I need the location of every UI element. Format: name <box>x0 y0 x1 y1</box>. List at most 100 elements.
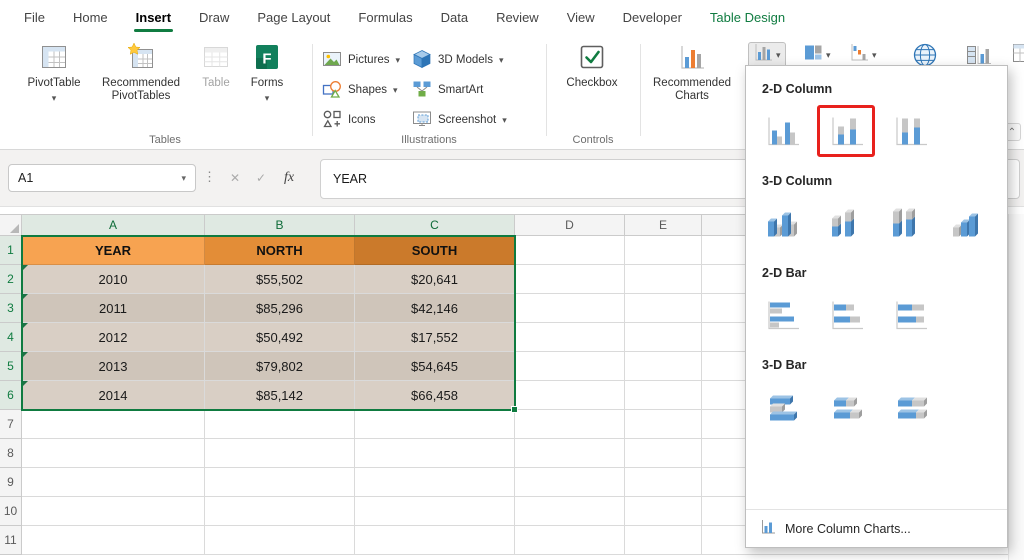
ribbon-button-checkbox[interactable]: Checkbox <box>554 40 630 90</box>
cell-A4[interactable]: 2012 <box>22 323 205 352</box>
cell-A11[interactable] <box>22 526 205 555</box>
chart-type-stacked-bar[interactable] <box>818 290 874 340</box>
chart-type-3d-100-stacked-bar[interactable] <box>882 382 938 432</box>
cell-A3[interactable]: 2011 <box>22 294 205 323</box>
cell-C2[interactable]: $20,641 <box>355 265 515 294</box>
cell-C6[interactable]: $66,458 <box>355 381 515 410</box>
tab-formulas[interactable]: Formulas <box>344 0 426 34</box>
cell-D6[interactable] <box>515 381 625 410</box>
row-header-1[interactable]: 1 <box>0 236 22 265</box>
ribbon-button-clipped-button[interactable] <box>1012 42 1024 69</box>
chart-type-3d-clustered-bar[interactable] <box>754 382 810 432</box>
insert-function-icon[interactable]: fx <box>278 166 300 190</box>
chart-type-clustered-bar[interactable] <box>754 290 810 340</box>
row-header-3[interactable]: 3 <box>0 294 22 323</box>
row-header-10[interactable]: 10 <box>0 497 22 526</box>
cell-E10[interactable] <box>625 497 702 526</box>
vertical-scrollbar[interactable] <box>1008 214 1024 560</box>
chart-type-100-stacked-column[interactable] <box>882 106 938 156</box>
cell-A10[interactable] <box>22 497 205 526</box>
row-header-2[interactable]: 2 <box>0 265 22 294</box>
enter-icon[interactable]: ✓ <box>250 166 272 190</box>
chart-type-3d-column[interactable] <box>938 198 991 248</box>
cell-E3[interactable] <box>625 294 702 323</box>
chart-type-clustered-column[interactable] <box>754 106 810 156</box>
cell-D8[interactable] <box>515 439 625 468</box>
cell-B1[interactable]: NORTH <box>205 236 355 265</box>
tab-page-layout[interactable]: Page Layout <box>243 0 344 34</box>
column-header-D[interactable]: D <box>515 215 625 236</box>
cell-A7[interactable] <box>22 410 205 439</box>
cell-D7[interactable] <box>515 410 625 439</box>
cell-C3[interactable]: $42,146 <box>355 294 515 323</box>
tab-insert[interactable]: Insert <box>122 0 185 34</box>
cell-C7[interactable] <box>355 410 515 439</box>
cell-C11[interactable] <box>355 526 515 555</box>
column-header-E[interactable]: E <box>625 215 702 236</box>
tab-home[interactable]: Home <box>59 0 122 34</box>
chart-type-3d-clustered-column[interactable] <box>754 198 807 248</box>
cell-A5[interactable]: 2013 <box>22 352 205 381</box>
tab-data[interactable]: Data <box>427 0 482 34</box>
cell-B8[interactable] <box>205 439 355 468</box>
chart-type-3d-100-stacked-column[interactable] <box>877 198 930 248</box>
tab-view[interactable]: View <box>553 0 609 34</box>
chart-type-stacked-column[interactable] <box>818 106 874 156</box>
row-header-7[interactable]: 7 <box>0 410 22 439</box>
ribbon-button-pivottable[interactable]: PivotTable▾ <box>18 40 90 105</box>
menu-item-more-column-charts[interactable]: More Column Charts... <box>746 509 1007 547</box>
cell-D2[interactable] <box>515 265 625 294</box>
ribbon-button-shapes[interactable]: Shapes▾ <box>322 78 398 102</box>
ribbon-button-smartart[interactable]: SmartArt <box>412 78 483 102</box>
ribbon-button-recommended-charts[interactable]: RecommendedCharts <box>646 40 738 103</box>
row-header-8[interactable]: 8 <box>0 439 22 468</box>
cell-E1[interactable] <box>625 236 702 265</box>
cell-B10[interactable] <box>205 497 355 526</box>
cell-A6[interactable]: 2014 <box>22 381 205 410</box>
cancel-icon[interactable]: ✕ <box>224 166 246 190</box>
tab-table-design[interactable]: Table Design <box>696 0 799 34</box>
cell-D4[interactable] <box>515 323 625 352</box>
ribbon-button-icons[interactable]: Icons <box>322 108 376 132</box>
formula-bar-splitter[interactable]: ⋮ <box>203 169 216 185</box>
row-header-6[interactable]: 6 <box>0 381 22 410</box>
cell-D9[interactable] <box>515 468 625 497</box>
cell-E2[interactable] <box>625 265 702 294</box>
cell-A8[interactable] <box>22 439 205 468</box>
row-header-11[interactable]: 11 <box>0 526 22 555</box>
row-header-9[interactable]: 9 <box>0 468 22 497</box>
cell-C10[interactable] <box>355 497 515 526</box>
tab-file[interactable]: File <box>10 0 59 34</box>
cell-C1[interactable]: SOUTH <box>355 236 515 265</box>
cell-C4[interactable]: $17,552 <box>355 323 515 352</box>
chart-type-3d-stacked-column[interactable] <box>815 198 868 248</box>
cell-B7[interactable] <box>205 410 355 439</box>
row-header-4[interactable]: 4 <box>0 323 22 352</box>
cell-D1[interactable] <box>515 236 625 265</box>
tab-review[interactable]: Review <box>482 0 553 34</box>
row-header-5[interactable]: 5 <box>0 352 22 381</box>
ribbon-button-recommended-pivottables[interactable]: RecommendedPivotTables <box>94 40 188 103</box>
tab-developer[interactable]: Developer <box>609 0 696 34</box>
cell-E5[interactable] <box>625 352 702 381</box>
cell-C5[interactable]: $54,645 <box>355 352 515 381</box>
cell-B6[interactable]: $85,142 <box>205 381 355 410</box>
cell-D11[interactable] <box>515 526 625 555</box>
cell-B9[interactable] <box>205 468 355 497</box>
cell-E7[interactable] <box>625 410 702 439</box>
cell-A1[interactable]: YEAR <box>22 236 205 265</box>
ribbon-button-forms[interactable]: FForms▾ <box>242 40 292 105</box>
cell-B11[interactable] <box>205 526 355 555</box>
cell-B4[interactable]: $50,492 <box>205 323 355 352</box>
cell-E11[interactable] <box>625 526 702 555</box>
cell-E8[interactable] <box>625 439 702 468</box>
cell-B3[interactable]: $85,296 <box>205 294 355 323</box>
column-header-C[interactable]: C <box>355 215 515 236</box>
cell-C8[interactable] <box>355 439 515 468</box>
cell-B5[interactable]: $79,802 <box>205 352 355 381</box>
cell-A9[interactable] <box>22 468 205 497</box>
cell-B2[interactable]: $55,502 <box>205 265 355 294</box>
ribbon-button-pictures[interactable]: Pictures▾ <box>322 48 400 72</box>
name-box[interactable]: A1 ▾ <box>8 164 196 192</box>
tab-draw[interactable]: Draw <box>185 0 243 34</box>
